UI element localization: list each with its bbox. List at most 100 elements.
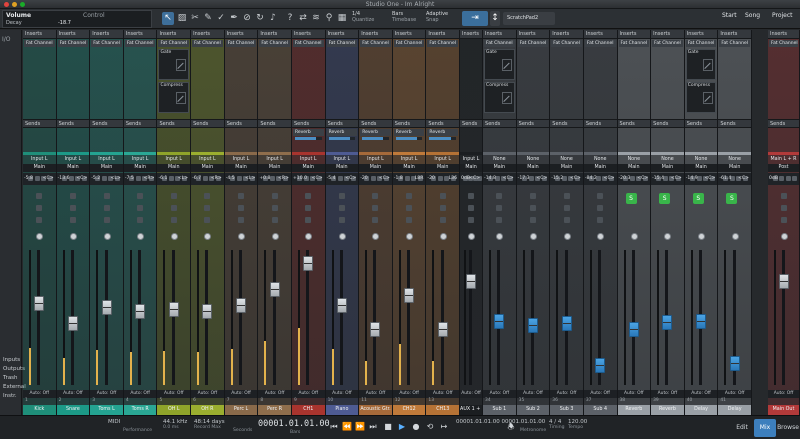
inserts-header[interactable]: Inserts — [684, 30, 718, 39]
reverb-send[interactable]: Reverb — [292, 129, 324, 136]
forward-end-icon[interactable]: ⏭ — [367, 421, 379, 433]
record-arm-button[interactable] — [305, 217, 312, 223]
sends-header[interactable]: Sends — [460, 119, 483, 128]
pan-knob[interactable] — [69, 233, 77, 240]
mute-button[interactable] — [305, 193, 312, 199]
output-selector[interactable]: Main — [23, 164, 56, 172]
channel-name[interactable]: Reverb — [617, 405, 651, 415]
pan-knob[interactable] — [137, 233, 145, 240]
sends-header[interactable]: Sends — [483, 119, 516, 128]
performance-monitor[interactable]: Performance — [123, 428, 152, 433]
forward-icon[interactable]: ⏩ — [354, 421, 366, 433]
inserts-header[interactable]: Inserts — [224, 30, 258, 39]
sends-header[interactable]: Sends — [291, 119, 325, 128]
input-selector[interactable]: Input L — [57, 156, 90, 164]
solo-button[interactable]: S — [659, 193, 671, 204]
solo-button[interactable] — [597, 205, 604, 211]
help-icon[interactable]: ? — [284, 12, 296, 25]
gate-panel[interactable]: Gate — [484, 49, 515, 80]
volume-fader[interactable] — [729, 356, 740, 371]
record-arm-button[interactable] — [496, 217, 503, 223]
gate-panel[interactable]: Gate — [158, 49, 190, 80]
output-selector[interactable]: Main — [550, 164, 583, 172]
channel-name[interactable]: Acoustic Gtr. — [359, 405, 392, 415]
output-selector[interactable]: Main — [56, 164, 90, 172]
solo-button[interactable] — [439, 205, 446, 211]
pan-knob[interactable] — [338, 233, 346, 240]
record-arm-button[interactable] — [597, 217, 604, 223]
play-icon[interactable]: ▶ — [396, 421, 408, 433]
zoom-tool-icon[interactable]: ⚲ — [323, 12, 335, 25]
solo-button[interactable] — [305, 205, 312, 211]
input-selector[interactable]: None — [718, 156, 751, 164]
channel-name[interactable]: CH13 — [426, 405, 460, 415]
input-selector[interactable]: Input L — [326, 156, 359, 164]
sends-header[interactable]: Sends — [516, 119, 550, 128]
sends-header[interactable]: Sends — [617, 119, 651, 128]
solo-button[interactable] — [496, 205, 503, 211]
input-selector[interactable]: Input L — [23, 156, 56, 164]
bend-tool-icon[interactable]: ↻ — [254, 12, 266, 25]
volume-fader[interactable] — [236, 298, 246, 313]
volume-fader[interactable] — [370, 322, 381, 337]
sends-header[interactable]: Sends — [258, 119, 291, 128]
input-selector[interactable]: Input L + R — [460, 156, 482, 170]
rewind-icon[interactable]: ⏪ — [341, 421, 353, 433]
send-level-bar[interactable] — [294, 137, 322, 140]
arrow-tool-icon[interactable]: ↖ — [162, 12, 174, 25]
metronome-icon[interactable]: 🕭 — [505, 421, 517, 433]
output-selector[interactable]: Main — [651, 164, 684, 172]
mute-button[interactable] — [780, 193, 787, 199]
channel-name[interactable]: Piano — [325, 405, 359, 415]
pan-knob[interactable] — [780, 233, 788, 240]
sends-header[interactable]: Sends — [90, 119, 123, 128]
inserts-header[interactable]: Inserts — [157, 30, 191, 39]
mute-button[interactable] — [563, 193, 570, 199]
pan-knob[interactable] — [664, 233, 672, 240]
volume-fader[interactable] — [168, 302, 179, 317]
nav-start[interactable]: Start — [722, 12, 737, 19]
sends-header[interactable]: Sends — [684, 119, 718, 128]
snap-mode-button[interactable]: ⇥ — [462, 11, 488, 26]
fatchannel-insert[interactable]: Fat Channel — [259, 40, 290, 47]
input-selector[interactable]: None — [618, 156, 651, 164]
record-arm-button[interactable] — [170, 217, 177, 223]
input-selector[interactable]: None — [651, 156, 684, 164]
record-arm-button[interactable] — [204, 217, 211, 223]
channel-name[interactable]: OH L — [157, 405, 191, 415]
reverb-send[interactable]: Reverb — [326, 129, 358, 136]
input-selector[interactable]: Input L — [124, 156, 157, 164]
solo-button[interactable] — [468, 205, 475, 211]
snap-selector[interactable]: Adaptive Snap — [426, 11, 448, 27]
inserts-header[interactable]: Inserts — [516, 30, 550, 39]
solo-button[interactable] — [338, 205, 345, 211]
volume-fader[interactable] — [494, 314, 505, 329]
record-arm-button[interactable] — [439, 217, 446, 223]
fatchannel-insert[interactable]: Fat Channel — [57, 40, 89, 47]
channel-name[interactable]: Sub 3 — [550, 405, 583, 415]
output-selector[interactable]: Main — [392, 164, 426, 172]
mute-button[interactable] — [271, 193, 278, 199]
inserts-header[interactable]: Inserts — [392, 30, 426, 39]
solo-button[interactable]: S — [625, 193, 637, 204]
volume-fader[interactable] — [662, 315, 673, 330]
channel-name[interactable]: Delay — [718, 405, 751, 415]
sends-header[interactable]: Sends — [583, 119, 617, 128]
channel-name[interactable]: Reverb — [651, 405, 684, 415]
record-arm-button[interactable] — [529, 217, 536, 223]
stop-icon[interactable]: ■ — [382, 421, 394, 433]
channel-name[interactable]: Kick — [23, 405, 56, 415]
fatchannel-insert[interactable]: Fat Channel — [225, 40, 257, 47]
pan-knob[interactable] — [271, 233, 279, 240]
volume-fader[interactable] — [404, 288, 415, 303]
mute-button[interactable] — [69, 193, 76, 199]
output-selector[interactable]: Main — [157, 164, 191, 172]
output-selector[interactable]: Main — [258, 164, 291, 172]
pan-knob[interactable] — [563, 233, 571, 240]
channel-name[interactable]: Perc R — [258, 405, 291, 415]
panel-inputs[interactable]: Inputs — [3, 357, 20, 363]
record-arm-button[interactable] — [338, 217, 345, 223]
sends-header[interactable]: Sends — [123, 119, 157, 128]
cursor-follow-icon[interactable]: ↕ — [490, 11, 500, 26]
nav-project[interactable]: Project — [772, 12, 793, 19]
